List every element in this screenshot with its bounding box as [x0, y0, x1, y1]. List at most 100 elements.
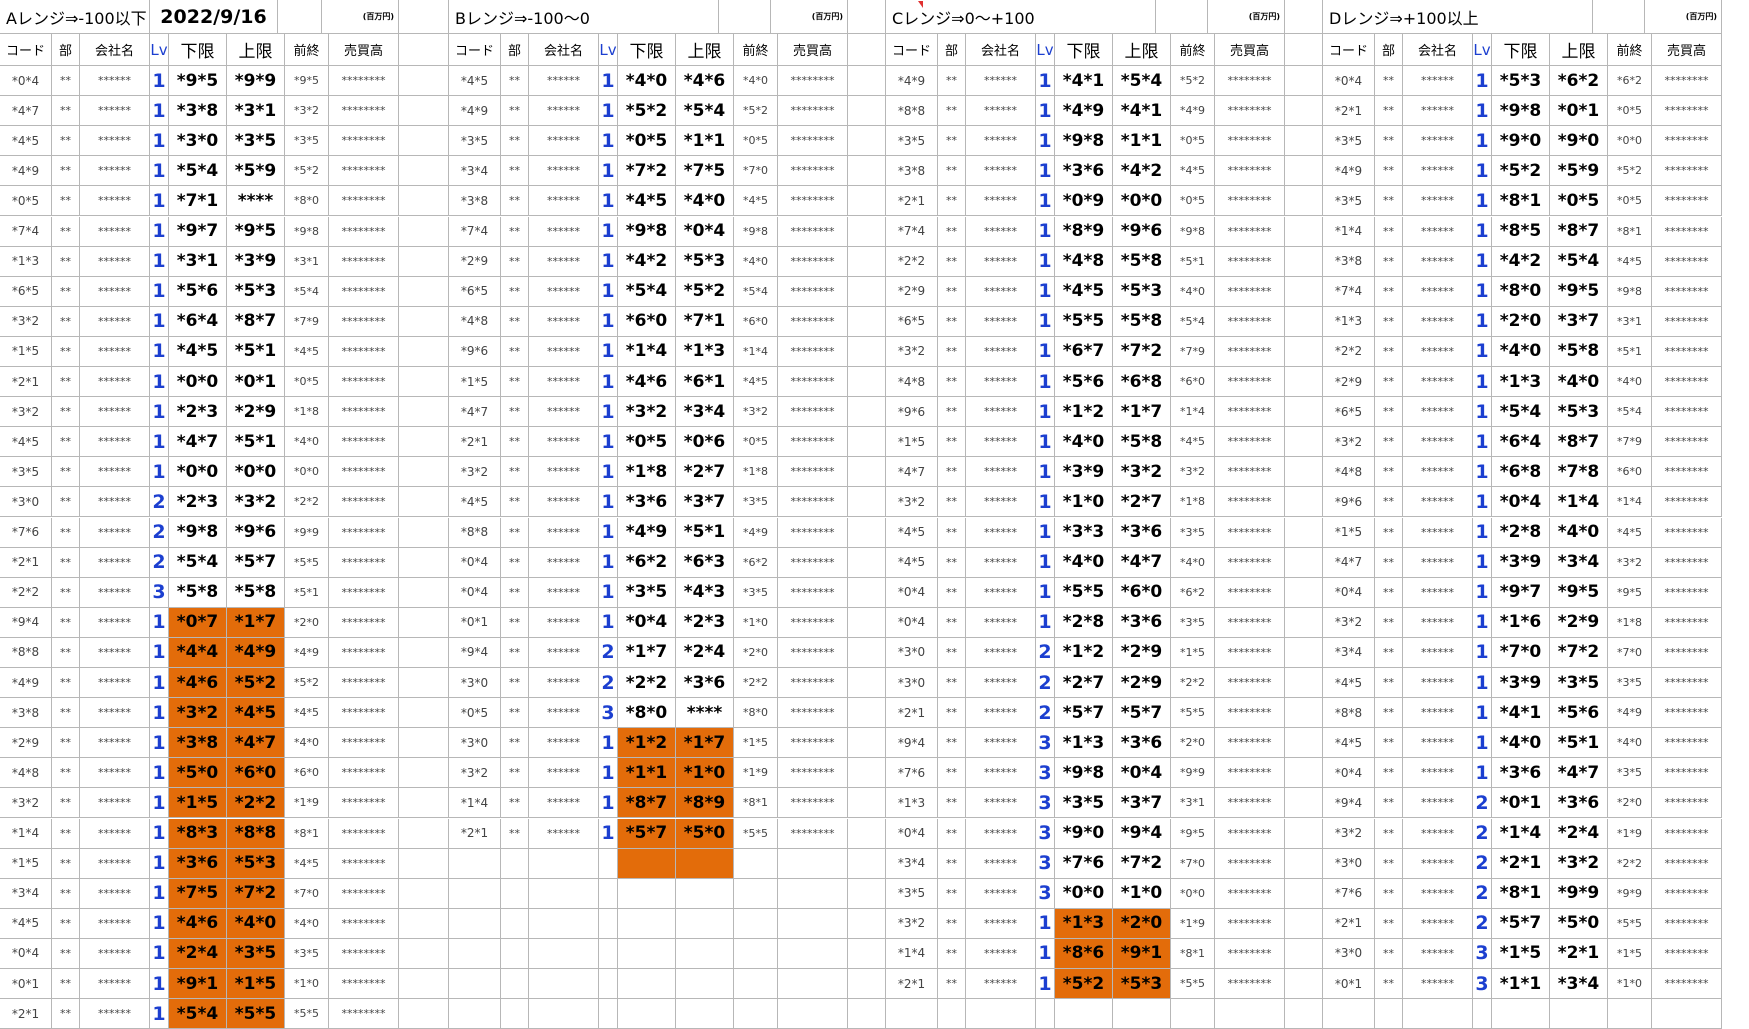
cell-code[interactable]: *3*4	[886, 848, 938, 879]
cell-lv[interactable]: 1	[150, 156, 169, 187]
cell-lv[interactable]: 2	[1036, 637, 1055, 668]
cell-dept[interactable]: **	[52, 848, 80, 879]
cell-code[interactable]: *7*4	[449, 216, 501, 247]
cell-upper[interactable]: *1*0	[1113, 878, 1171, 909]
cell-prev-close[interactable]: *4*5	[1171, 156, 1215, 187]
cell-upper[interactable]: *5*2	[227, 668, 285, 699]
cell-upper[interactable]	[676, 848, 734, 879]
cell-prev-close[interactable]: *8*1	[734, 788, 778, 819]
cell-volume[interactable]: ********	[1652, 577, 1722, 608]
cell-volume[interactable]: ********	[329, 698, 399, 729]
cell-prev-close[interactable]: *9*5	[1608, 577, 1652, 608]
cell-prev-close[interactable]	[734, 969, 778, 1000]
cell-upper[interactable]: *1*7	[227, 607, 285, 638]
cell-lv[interactable]	[599, 969, 618, 1000]
cell-code[interactable]: *0*4	[449, 577, 501, 608]
cell-code[interactable]: *2*2	[0, 577, 52, 608]
cell-prev-close[interactable]: *5*1	[1608, 336, 1652, 367]
cell-lv[interactable]: 2	[599, 668, 618, 699]
cell-code[interactable]: *2*1	[449, 818, 501, 849]
cell-upper[interactable]: *0*1	[227, 367, 285, 398]
cell-dept[interactable]: **	[52, 66, 80, 97]
cell-company[interactable]: ******	[80, 397, 150, 428]
cell-dept[interactable]: **	[1375, 156, 1403, 187]
cell-code[interactable]: *1*5	[886, 427, 938, 458]
cell-dept[interactable]: **	[1375, 517, 1403, 548]
cell-upper[interactable]	[676, 938, 734, 969]
cell-code[interactable]: *2*9	[449, 246, 501, 277]
cell-code[interactable]: *7*4	[0, 216, 52, 247]
cell-lv[interactable]: 1	[599, 397, 618, 428]
cell-code[interactable]: *4*7	[449, 397, 501, 428]
cell-company[interactable]: ******	[966, 607, 1036, 638]
cell-dept[interactable]: **	[1375, 397, 1403, 428]
cell-code[interactable]: *3*2	[886, 487, 938, 518]
cell-company[interactable]: ******	[529, 818, 599, 849]
cell-company[interactable]: ******	[1403, 457, 1473, 488]
cell-dept[interactable]: **	[938, 788, 966, 819]
cell-company[interactable]: ******	[1403, 427, 1473, 458]
cell-lv[interactable]: 1	[1473, 306, 1492, 337]
cell-lv[interactable]: 1	[599, 216, 618, 247]
cell-code[interactable]: *7*6	[1323, 878, 1375, 909]
cell-upper[interactable]: *1*1	[1113, 126, 1171, 157]
header-lv[interactable]: Lv	[1036, 34, 1055, 66]
cell-code[interactable]: *1*5	[0, 336, 52, 367]
cell-lower[interactable]: *9*7	[1492, 577, 1550, 608]
cell-lv[interactable]: 1	[150, 186, 169, 217]
cell-volume[interactable]: ********	[778, 66, 848, 97]
cell-upper[interactable]: *8*7	[1550, 427, 1608, 458]
cell-lv[interactable]: 2	[1036, 668, 1055, 699]
cell-lv[interactable]: 2	[1473, 788, 1492, 819]
cell-upper[interactable]: *7*2	[227, 878, 285, 909]
cell-upper[interactable]: *2*1	[1550, 938, 1608, 969]
cell-prev-close[interactable]: *2*0	[734, 637, 778, 668]
cell-code[interactable]: *4*9	[886, 66, 938, 97]
cell-volume[interactable]: ********	[1652, 878, 1722, 909]
cell-code[interactable]: *4*5	[0, 908, 52, 939]
cell-dept[interactable]: **	[938, 698, 966, 729]
cell-lv[interactable]: 1	[1036, 547, 1055, 578]
header-dept[interactable]: 部	[1375, 34, 1403, 66]
cell-lv[interactable]: 1	[1473, 457, 1492, 488]
cell-lv[interactable]: 1	[1473, 728, 1492, 759]
cell-dept[interactable]: **	[1375, 878, 1403, 909]
cell-upper[interactable]: *3*6	[1550, 788, 1608, 819]
cell-company[interactable]: ******	[1403, 336, 1473, 367]
cell-upper[interactable]: *5*8	[1550, 336, 1608, 367]
cell-lower[interactable]: *2*7	[1055, 668, 1113, 699]
cell-upper[interactable]: *3*5	[227, 126, 285, 157]
cell-dept[interactable]: **	[938, 517, 966, 548]
cell-company[interactable]: ******	[966, 878, 1036, 909]
cell-upper[interactable]: *6*3	[676, 547, 734, 578]
cell-code[interactable]: *4*7	[1323, 547, 1375, 578]
cell-prev-close[interactable]: *4*5	[285, 336, 329, 367]
cell-prev-close[interactable]: *3*5	[734, 577, 778, 608]
cell-volume[interactable]: ********	[1652, 818, 1722, 849]
cell-lower[interactable]: *5*6	[169, 276, 227, 307]
cell-prev-close[interactable]: *4*0	[1608, 367, 1652, 398]
cell-lower[interactable]: *2*3	[169, 397, 227, 428]
cell-company[interactable]: ******	[1403, 126, 1473, 157]
cell-prev-close[interactable]: *3*1	[1608, 306, 1652, 337]
cell-lower[interactable]: *1*4	[618, 336, 676, 367]
cell-lv[interactable]: 1	[1036, 336, 1055, 367]
cell-volume[interactable]: ********	[778, 788, 848, 819]
cell-upper[interactable]: *3*7	[1113, 788, 1171, 819]
unit-label[interactable]: (百万円)	[322, 0, 399, 34]
cell-volume[interactable]	[778, 878, 848, 909]
cell-code[interactable]: *3*5	[886, 878, 938, 909]
cell-volume[interactable]: ********	[329, 156, 399, 187]
cell-volume[interactable]: ********	[1215, 878, 1285, 909]
cell-volume[interactable]: ********	[1215, 818, 1285, 849]
cell-code[interactable]: *7*6	[886, 758, 938, 789]
cell-volume[interactable]: ********	[329, 908, 399, 939]
cell-upper[interactable]: *5*3	[1113, 276, 1171, 307]
cell-code[interactable]: *3*5	[0, 457, 52, 488]
cell-lv[interactable]: 1	[599, 66, 618, 97]
cell-volume[interactable]: ********	[1215, 908, 1285, 939]
cell-company[interactable]: ******	[966, 758, 1036, 789]
cell-code[interactable]: *2*1	[886, 698, 938, 729]
cell-lower[interactable]: *1*0	[1055, 487, 1113, 518]
cell-company[interactable]: ******	[80, 848, 150, 879]
